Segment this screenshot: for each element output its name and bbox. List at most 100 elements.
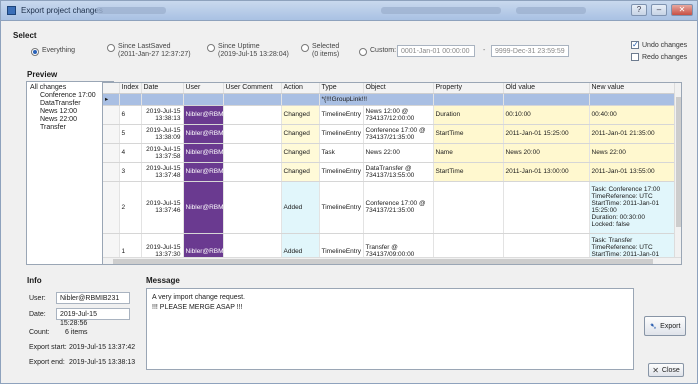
column-header-user[interactable]: User bbox=[183, 83, 224, 94]
cell-old-value: 2011-Jan-01 15:25:00 bbox=[503, 124, 590, 144]
cell-type: TimelineEntry bbox=[319, 162, 364, 182]
selected-count: (0 items) bbox=[312, 51, 340, 58]
cell-old-value bbox=[503, 181, 590, 234]
table-row[interactable]: 3 2019-Jul-15 13:37:48 Nibler@RBMI Chang… bbox=[103, 162, 677, 182]
message-line: !!! PLEASE MERGE ASAP !!! bbox=[152, 304, 243, 311]
cell-user: Nibler@RBMI bbox=[183, 181, 224, 234]
horizontal-scrollbar[interactable] bbox=[103, 257, 681, 264]
undo-changes-checkbox[interactable]: ✓ Undo changes bbox=[631, 41, 687, 49]
radio-selected[interactable]: Selected (0 items) bbox=[301, 43, 339, 59]
cell-comment[interactable] bbox=[223, 162, 282, 182]
since-uptime-date: (2019-Jul-15 13:28:04) bbox=[218, 51, 289, 58]
info-heading: Info bbox=[27, 276, 42, 285]
message-heading: Message bbox=[146, 276, 180, 285]
column-header-object[interactable]: Object bbox=[363, 83, 434, 94]
column-header-new-value[interactable]: New value bbox=[589, 83, 677, 94]
tree-item[interactable]: Conference 17:00 bbox=[30, 92, 110, 100]
column-header-selector bbox=[103, 83, 120, 94]
cell-comment[interactable] bbox=[223, 105, 282, 125]
blurred-tab bbox=[96, 7, 166, 14]
info-export-end-label: Export end: bbox=[29, 359, 65, 366]
cell-new-value: 00:40:00 bbox=[589, 105, 677, 125]
cell-user: Nibler@RBMI bbox=[183, 124, 224, 144]
column-header-type[interactable]: Type bbox=[319, 83, 364, 94]
column-header-date[interactable]: Date bbox=[141, 83, 184, 94]
column-header-index[interactable]: Index bbox=[119, 83, 142, 94]
minimize-button[interactable]: – bbox=[651, 4, 667, 16]
radio-icon bbox=[207, 44, 215, 52]
group-row[interactable]: ▸ *{!!!GroupLink!!! bbox=[103, 93, 677, 106]
cell-new-value: News 22:00 bbox=[589, 143, 677, 163]
cell-index: 3 bbox=[119, 162, 142, 182]
table-row[interactable]: 5 2019-Jul-15 13:38:09 Nibler@RBMI Chang… bbox=[103, 124, 677, 144]
select-heading: Select bbox=[13, 31, 37, 40]
custom-to-input[interactable]: 9999-Dec-31 23:59:59 bbox=[491, 45, 569, 57]
scrollbar-thumb[interactable] bbox=[676, 97, 681, 227]
cell-type: TimelineEntry bbox=[319, 105, 364, 125]
cell-object: News 22:00 bbox=[363, 143, 434, 163]
export-button-label: Export bbox=[660, 322, 681, 330]
tree-item[interactable]: Transfer bbox=[30, 124, 110, 132]
cell-action: Changed bbox=[281, 162, 320, 182]
since-last-saved-label: Since LastSaved bbox=[118, 43, 171, 50]
cell-comment[interactable] bbox=[223, 124, 282, 144]
help-button[interactable]: ? bbox=[631, 4, 647, 16]
table-row[interactable]: 4 2019-Jul-15 13:37:58 Nibler@RBMI Chang… bbox=[103, 143, 677, 163]
radio-selected-icon bbox=[31, 48, 39, 56]
grid-header-row: Index Date User User Comment Action Type… bbox=[103, 83, 677, 94]
custom-label: Custom: bbox=[370, 47, 397, 54]
scrollbar-thumb[interactable] bbox=[113, 259, 653, 264]
cell-property bbox=[433, 181, 504, 234]
checkmark-icon: ✓ bbox=[631, 40, 639, 49]
since-last-saved-date: (2011-Jan-27 12:37:27) bbox=[118, 51, 191, 58]
custom-from-input[interactable]: 0001-Jan-01 00:00:00 bbox=[397, 45, 475, 57]
redo-changes-checkbox[interactable]: Redo changes bbox=[631, 53, 687, 61]
radio-custom[interactable]: Custom: bbox=[359, 47, 396, 56]
close-x-icon: ✕ bbox=[652, 365, 659, 375]
column-header-property[interactable]: Property bbox=[433, 83, 504, 94]
tree-item-all-changes[interactable]: All changes bbox=[30, 84, 110, 92]
cell-comment[interactable] bbox=[223, 181, 282, 234]
cell-date: 2019-Jul-15 13:37:46 bbox=[141, 181, 184, 234]
message-line: A very import change request. bbox=[152, 294, 245, 301]
vertical-scrollbar[interactable] bbox=[674, 83, 681, 264]
cell-property: StartTime bbox=[433, 124, 504, 144]
tree-item[interactable]: News 12:00 bbox=[30, 108, 110, 116]
tree-item[interactable]: DataTransfer bbox=[30, 100, 110, 108]
change-tree: All changes Conference 17:00 DataTransfe… bbox=[26, 81, 114, 265]
cell-action: Changed bbox=[281, 143, 320, 163]
export-dialog: Export project changes ? – ✕ Select Ever… bbox=[0, 0, 698, 384]
cell-comment[interactable] bbox=[223, 143, 282, 163]
column-header-action[interactable]: Action bbox=[281, 83, 320, 94]
cell-new-value: 2011-Jan-01 13:55:00 bbox=[589, 162, 677, 182]
cell-new-value: 2011-Jan-01 21:35:00 bbox=[589, 124, 677, 144]
checkbox-empty-icon bbox=[631, 53, 639, 61]
close-window-button[interactable]: ✕ bbox=[671, 4, 693, 16]
export-button[interactable]: ➷ Export bbox=[644, 316, 686, 336]
info-count-value: 6 items bbox=[65, 329, 88, 336]
title-bar[interactable]: Export project changes ? – ✕ bbox=[1, 1, 697, 21]
cell-object: Conference 17:00 @ 734137/21:35:00 bbox=[363, 181, 434, 234]
radio-since-uptime[interactable]: Since Uptime (2019-Jul-15 13:28:04) bbox=[207, 43, 289, 59]
cell-property: StartTime bbox=[433, 162, 504, 182]
cell-property: Duration bbox=[433, 105, 504, 125]
radio-since-last-saved[interactable]: Since LastSaved (2011-Jan-27 12:37:27) bbox=[107, 43, 191, 59]
cell-old-value: News 20:00 bbox=[503, 143, 590, 163]
message-textarea[interactable]: A very import change request. !!! PLEASE… bbox=[146, 288, 634, 370]
table-row[interactable]: 6 2019-Jul-15 13:38:13 Nibler@RBMI Chang… bbox=[103, 105, 677, 125]
cell-object: Conference 17:00 @ 734137/21:35:00 bbox=[363, 124, 434, 144]
column-header-user-comment[interactable]: User Comment bbox=[223, 83, 282, 94]
redo-changes-label: Redo changes bbox=[642, 53, 688, 61]
cell-date: 2019-Jul-15 13:38:13 bbox=[141, 105, 184, 125]
cell-user: Nibler@RBMI bbox=[183, 143, 224, 163]
info-date-value: 2019-Jul-15 15:28:56 bbox=[56, 308, 130, 327]
close-button[interactable]: ✕ Close bbox=[648, 363, 684, 377]
radio-everything[interactable]: Everything bbox=[31, 47, 75, 56]
cell-action: Changed bbox=[281, 124, 320, 144]
column-header-old-value[interactable]: Old value bbox=[503, 83, 590, 94]
table-row[interactable]: 2 2019-Jul-15 13:37:46 Nibler@RBMI Added… bbox=[103, 181, 677, 234]
tree-item[interactable]: News 22:00 bbox=[30, 116, 110, 124]
group-link-cell: *{!!!GroupLink!!! bbox=[319, 93, 434, 106]
custom-range-dash: - bbox=[483, 47, 486, 54]
info-export-start-label: Export start: bbox=[29, 344, 67, 351]
